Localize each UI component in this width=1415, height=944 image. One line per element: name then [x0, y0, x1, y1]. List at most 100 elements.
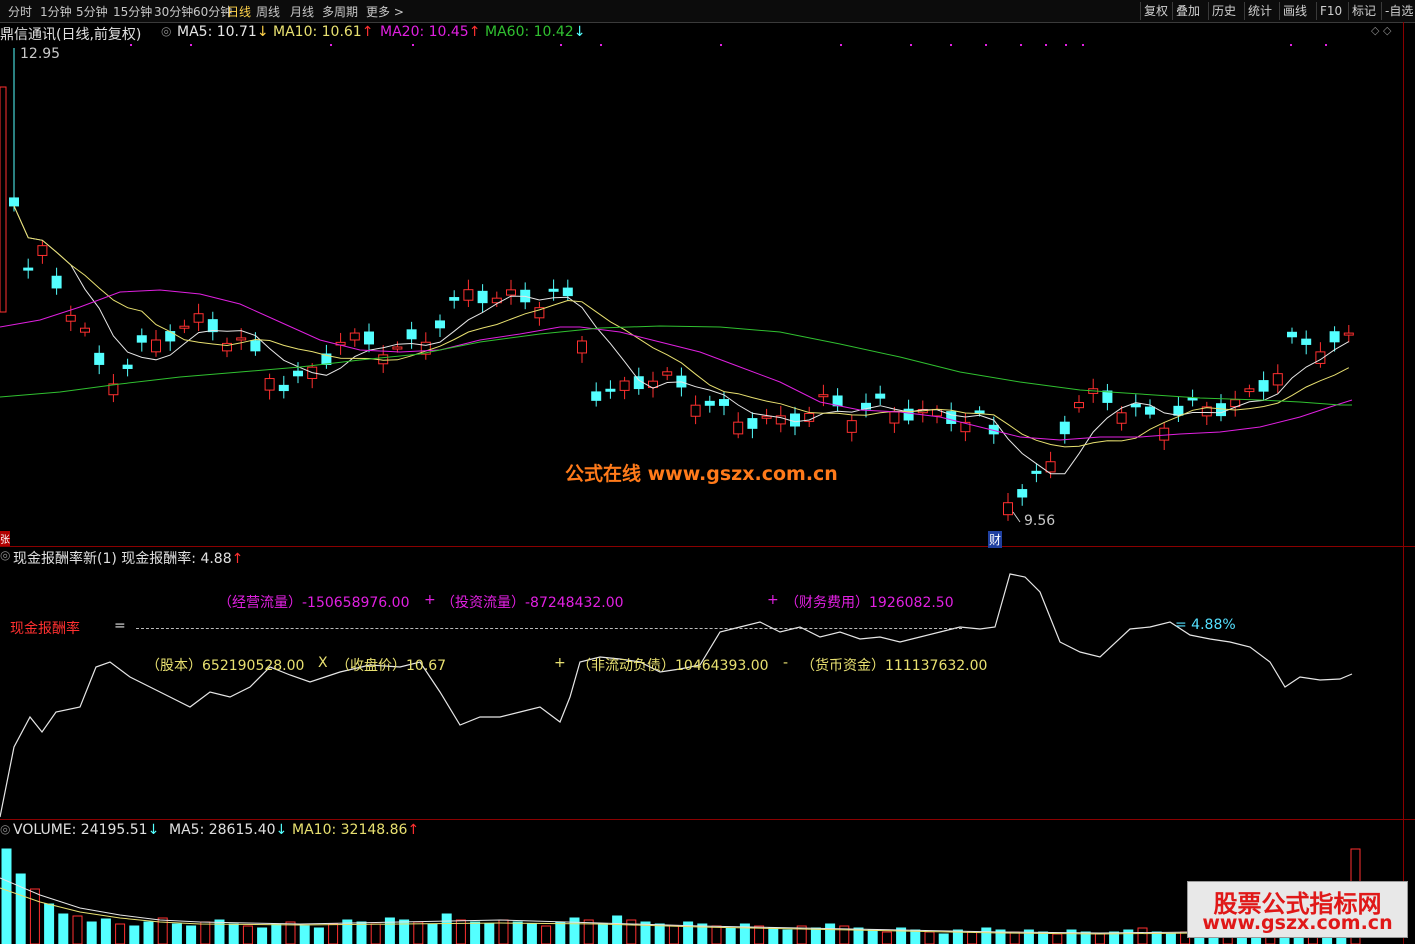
candle-body [1017, 489, 1028, 498]
candle-body [562, 287, 573, 297]
volume-bar [668, 925, 679, 944]
volume-bar [370, 923, 381, 944]
volume-bar [825, 923, 836, 944]
candle-body [1145, 406, 1155, 415]
candle-body [349, 332, 360, 341]
event-dot [1045, 44, 1047, 46]
period-tab[interactable]: 周线 [256, 3, 280, 20]
volume-bar [271, 923, 282, 944]
candle-body [1102, 390, 1113, 403]
volume-bar [186, 925, 197, 944]
volume-bar [498, 919, 509, 944]
candle-body [250, 340, 261, 352]
volume-bar [214, 919, 225, 944]
volume-bar [881, 931, 892, 944]
event-dot [910, 44, 912, 46]
volume-bar [810, 927, 821, 944]
candle-body [733, 421, 744, 435]
candle-body [662, 371, 673, 376]
volume-bar [171, 923, 182, 944]
volume-bar [72, 915, 83, 944]
candle-body [179, 325, 190, 329]
noncurrent-liabilities: （非流动负债）10464393.00 [577, 658, 769, 674]
cash-return-ratio-line [0, 573, 1353, 818]
volume-bar [15, 873, 26, 944]
watermark-url: www.gszx.com.cn [1202, 912, 1393, 934]
period-tab[interactable]: 月线 [290, 3, 314, 20]
period-tab[interactable]: 5分钟 [76, 3, 108, 20]
cash-funds: （货币资金）111137632.00 [801, 658, 988, 674]
ratio-result: = 4.88% [1175, 617, 1236, 633]
candle-body [818, 394, 829, 398]
period-tab[interactable]: 更多 > [366, 3, 404, 20]
toolbar-button[interactable]: 画线 [1279, 2, 1310, 20]
period-tab[interactable]: 日线 [227, 3, 251, 20]
period-tab[interactable]: 30分钟 [154, 3, 193, 20]
period-tab[interactable]: 分时 [8, 3, 32, 20]
candle-body [151, 339, 161, 353]
volume-bar [512, 921, 523, 944]
candle-body [548, 288, 559, 292]
volume-bar [58, 913, 69, 944]
volume-bar [100, 918, 111, 944]
event-dot [560, 44, 562, 46]
candle-body [605, 388, 616, 392]
volume-bar [427, 923, 438, 944]
candle-body [1116, 412, 1127, 424]
candle-body [875, 393, 886, 399]
candle-body [392, 346, 403, 350]
volume-bar [441, 913, 452, 944]
indicator-line-chart [0, 573, 1353, 818]
chart-watermark: 公式在线 www.gszx.com.cn [565, 463, 838, 485]
candle-body [1287, 331, 1297, 338]
volume-bar [356, 921, 367, 944]
event-dot [412, 44, 414, 46]
volume-bar [299, 925, 310, 944]
financial-cost: （财务费用）1926082.50 [785, 595, 954, 611]
toolbar-button[interactable]: 叠加 [1172, 2, 1203, 20]
toolbar-button[interactable]: 历史 [1208, 2, 1239, 20]
toolbar-button[interactable]: -自选 [1381, 2, 1415, 20]
finance-event-marker[interactable]: 财 [988, 531, 1003, 548]
volume-bar [1052, 933, 1063, 944]
candle-body [65, 314, 76, 322]
volume-bar [413, 921, 424, 944]
period-tab[interactable]: 15分钟 [113, 3, 152, 20]
event-dot [720, 44, 722, 46]
candle-body [1003, 502, 1013, 516]
toolbar-button[interactable]: F10 [1316, 2, 1345, 20]
volume-bar [29, 888, 40, 944]
plus-sign: + [424, 592, 436, 608]
volume-bar [1137, 927, 1148, 944]
minus-sign: - [783, 655, 789, 671]
volume-bar [967, 931, 978, 944]
period-tab[interactable]: 1分钟 [40, 3, 72, 20]
toolbar-button[interactable]: 复权 [1140, 2, 1171, 20]
volume-bar [526, 923, 537, 944]
candle-body [136, 335, 147, 343]
candle-body [832, 395, 843, 407]
period-tab[interactable]: 多周期 [322, 3, 358, 20]
candle-body [1244, 388, 1255, 393]
volume-bar [115, 923, 126, 944]
event-dot [1020, 44, 1022, 46]
candle-body [1329, 331, 1340, 343]
candle-body [846, 420, 857, 433]
equals-sign: = [114, 618, 126, 634]
candle-body [435, 320, 445, 329]
volume-bar [1094, 933, 1105, 944]
site-watermark: 股票公式指标网 www.gszx.com.cn [1187, 881, 1408, 938]
candle-body [790, 413, 800, 427]
candle-body [0, 86, 7, 313]
toolbar-button[interactable]: 统计 [1244, 2, 1275, 20]
event-dot [130, 44, 132, 46]
toolbar-button[interactable]: 标记 [1348, 2, 1379, 20]
candle-body [1159, 427, 1170, 441]
share-capital: （股本）652190528.00 [146, 658, 305, 674]
candle-body [122, 364, 133, 369]
candle-body [364, 331, 374, 345]
left-event-marker[interactable]: 张 [0, 531, 10, 546]
volume-bar [328, 923, 339, 944]
event-dot [1325, 44, 1327, 46]
ma20-line [0, 289, 1353, 441]
